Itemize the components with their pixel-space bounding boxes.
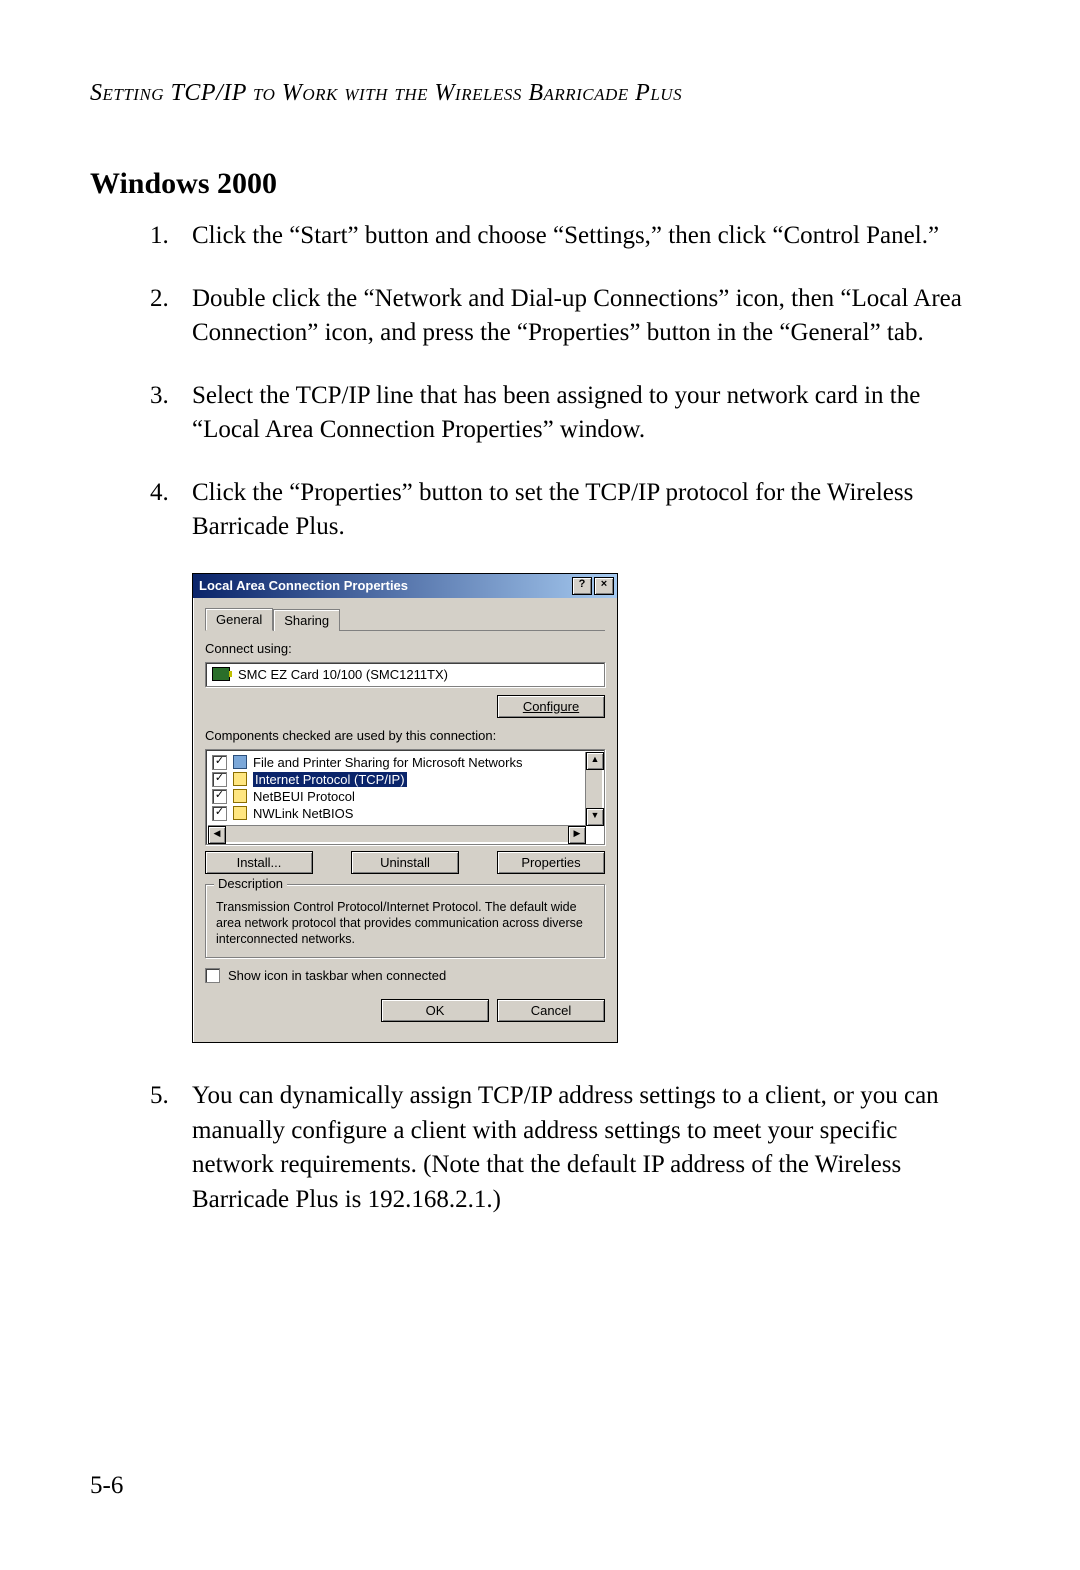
uninstall-button[interactable]: Uninstall [351,851,459,874]
configure-button[interactable]: Configure [497,695,605,718]
vertical-scrollbar[interactable]: ▲ ▼ [585,752,602,826]
component-item[interactable]: ✓ NWLink NetBIOS [212,805,584,822]
component-label-selected: Internet Protocol (TCP/IP) [253,772,407,787]
horizontal-scrollbar[interactable]: ◀ ▶ [208,825,586,842]
section-heading: Windows 2000 [90,167,970,201]
properties-button[interactable]: Properties [497,851,605,874]
scroll-right-icon[interactable]: ▶ [568,826,586,844]
show-icon-label: Show icon in taskbar when connected [228,968,446,983]
component-item[interactable]: ✓ NetBEUI Protocol [212,788,584,805]
share-icon [233,755,247,769]
component-label: File and Printer Sharing for Microsoft N… [253,755,522,770]
component-label: NetBEUI Protocol [253,789,355,804]
step-item: Select the TCP/IP line that has been ass… [150,379,970,448]
help-button[interactable]: ? [572,577,592,595]
description-text: Transmission Control Protocol/Internet P… [216,899,594,948]
tab-strip: General Sharing [205,606,605,631]
step-item: Double click the “Network and Dial-up Co… [150,282,970,351]
components-label: Components checked are used by this conn… [205,728,605,743]
step-item: Click the “Start” button and choose “Set… [150,219,970,254]
adapter-field[interactable]: SMC EZ Card 10/100 (SMC1211TX) [205,662,605,687]
protocol-icon [233,772,247,786]
tab-sharing[interactable]: Sharing [273,609,340,631]
steps-list: Click the “Start” button and choose “Set… [150,219,970,545]
checkbox-icon[interactable]: ✓ [212,755,227,770]
dialog-title: Local Area Connection Properties [199,578,408,593]
checkbox-icon[interactable]: ✓ [212,789,227,804]
component-item[interactable]: ✓ File and Printer Sharing for Microsoft… [212,754,584,771]
properties-dialog: Local Area Connection Properties ? × Gen… [192,573,618,1044]
scroll-up-icon[interactable]: ▲ [586,752,604,770]
components-list[interactable]: ✓ File and Printer Sharing for Microsoft… [205,749,605,845]
step-item: Click the “Properties” button to set the… [150,476,970,545]
cancel-button[interactable]: Cancel [497,999,605,1022]
checkbox-icon[interactable]: ✓ [212,772,227,787]
description-group: Description Transmission Control Protoco… [205,884,605,959]
install-button[interactable]: Install... [205,851,313,874]
checkbox-icon[interactable]: ✓ [212,806,227,821]
scroll-left-icon[interactable]: ◀ [208,826,226,844]
checkbox-icon[interactable] [205,968,220,983]
dialog-titlebar[interactable]: Local Area Connection Properties ? × [193,574,617,598]
step-item: You can dynamically assign TCP/IP addres… [150,1079,970,1217]
nic-icon [212,667,230,681]
page-number: 5-6 [90,1472,123,1500]
adapter-name: SMC EZ Card 10/100 (SMC1211TX) [238,667,448,682]
component-item[interactable]: ✓ Internet Protocol (TCP/IP) [212,771,584,788]
connect-using-label: Connect using: [205,641,605,656]
running-header: Setting TCP/IP to Work with the Wireless… [90,80,970,107]
protocol-icon [233,789,247,803]
tab-general[interactable]: General [205,608,273,631]
steps-list-continued: You can dynamically assign TCP/IP addres… [150,1079,970,1217]
protocol-icon [233,806,247,820]
scroll-down-icon[interactable]: ▼ [586,808,604,826]
ok-button[interactable]: OK [381,999,489,1022]
component-label: NWLink NetBIOS [253,806,353,821]
description-legend: Description [214,876,287,891]
show-icon-row[interactable]: Show icon in taskbar when connected [205,968,605,983]
close-button[interactable]: × [594,577,614,595]
